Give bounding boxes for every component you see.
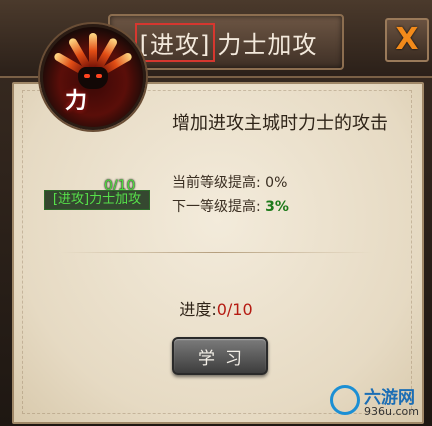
current-level-stat: 当前等级提高: 0% <box>172 172 287 192</box>
next-level-stat: 下一等级提高: 3% <box>172 196 289 216</box>
skill-glyph: 力 <box>65 89 88 114</box>
skill-description: 增加进攻主城时力士的攻击 <box>172 113 388 134</box>
current-level-label: 当前等级提高: <box>172 175 266 191</box>
next-level-value: 3% <box>265 199 289 215</box>
title-name: 力士加攻 <box>217 30 318 59</box>
progress-text: 进度:0/10 <box>0 296 432 320</box>
title-category: [进攻] <box>134 22 216 62</box>
next-level-label: 下一等级提高: <box>172 199 266 215</box>
watermark: 六游网 936u.com <box>330 381 430 423</box>
progress-label: 进度: <box>179 300 217 319</box>
skill-icon[interactable]: 力 <box>40 24 146 130</box>
dialog-title: [进攻] 力士加攻 <box>110 16 342 68</box>
learn-button[interactable]: 学习 <box>172 337 268 375</box>
progress-value: 0/10 <box>216 300 253 319</box>
watermark-url: 936u.com <box>364 405 419 418</box>
current-level-value: 0% <box>265 175 288 191</box>
skill-name-label: [进攻]力士加攻 <box>44 190 150 210</box>
watermark-logo-icon <box>330 385 360 415</box>
close-icon: X <box>395 22 419 57</box>
dialog-frame: [进攻] 力士加攻 X 力 0/10 [进攻]力士加攻 增加进攻主城时力士的攻击 … <box>0 0 432 426</box>
divider <box>60 252 372 253</box>
close-button[interactable]: X <box>385 18 429 62</box>
